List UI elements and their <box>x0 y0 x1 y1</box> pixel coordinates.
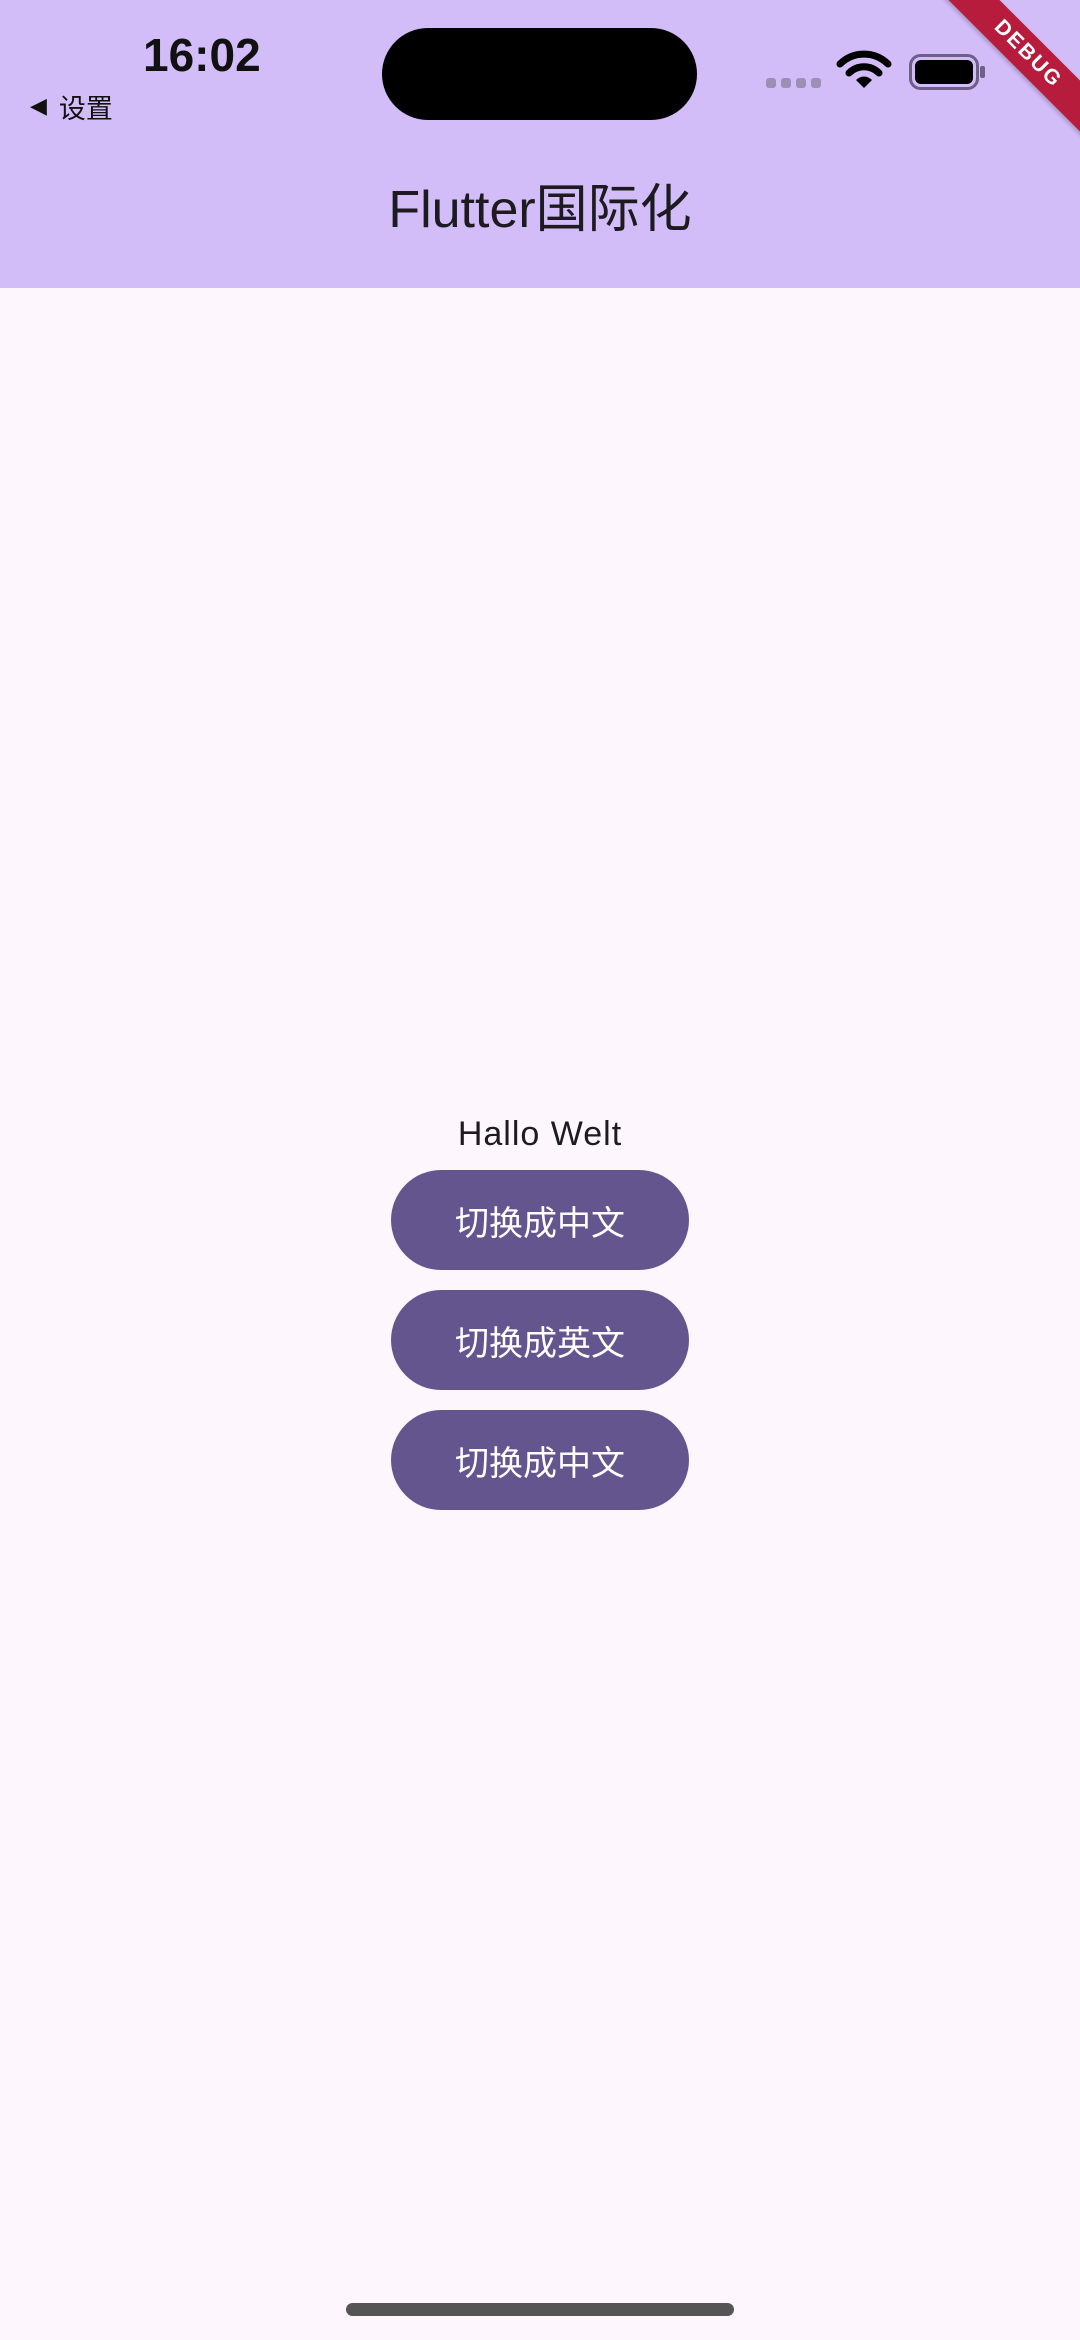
back-triangle-icon: ◀ <box>30 93 47 118</box>
status-time: 16:02 <box>143 29 261 81</box>
main-content: Hallo Welt 切换成中文 切换成英文 切换成中文 <box>0 1108 1080 1510</box>
wifi-icon <box>836 50 892 88</box>
cellular-signal-icon <box>766 78 821 88</box>
home-indicator[interactable] <box>346 2303 734 2316</box>
switch-to-chinese-button-2[interactable]: 切换成中文 <box>391 1410 689 1510</box>
back-label: 设置 <box>58 93 113 124</box>
back-to-settings-link[interactable]: ◀ 设置 <box>30 86 113 126</box>
switch-to-english-button[interactable]: 切换成英文 <box>391 1290 689 1390</box>
app-bar: 16:02 ◀ 设置 DEBUG Flutter国际化 <box>0 0 1080 288</box>
battery-icon <box>909 54 985 90</box>
page-title: Flutter国际化 <box>388 181 692 239</box>
dynamic-island <box>382 28 697 120</box>
switch-to-chinese-button[interactable]: 切换成中文 <box>391 1170 689 1270</box>
greeting-text: Hallo Welt <box>457 1115 623 1153</box>
